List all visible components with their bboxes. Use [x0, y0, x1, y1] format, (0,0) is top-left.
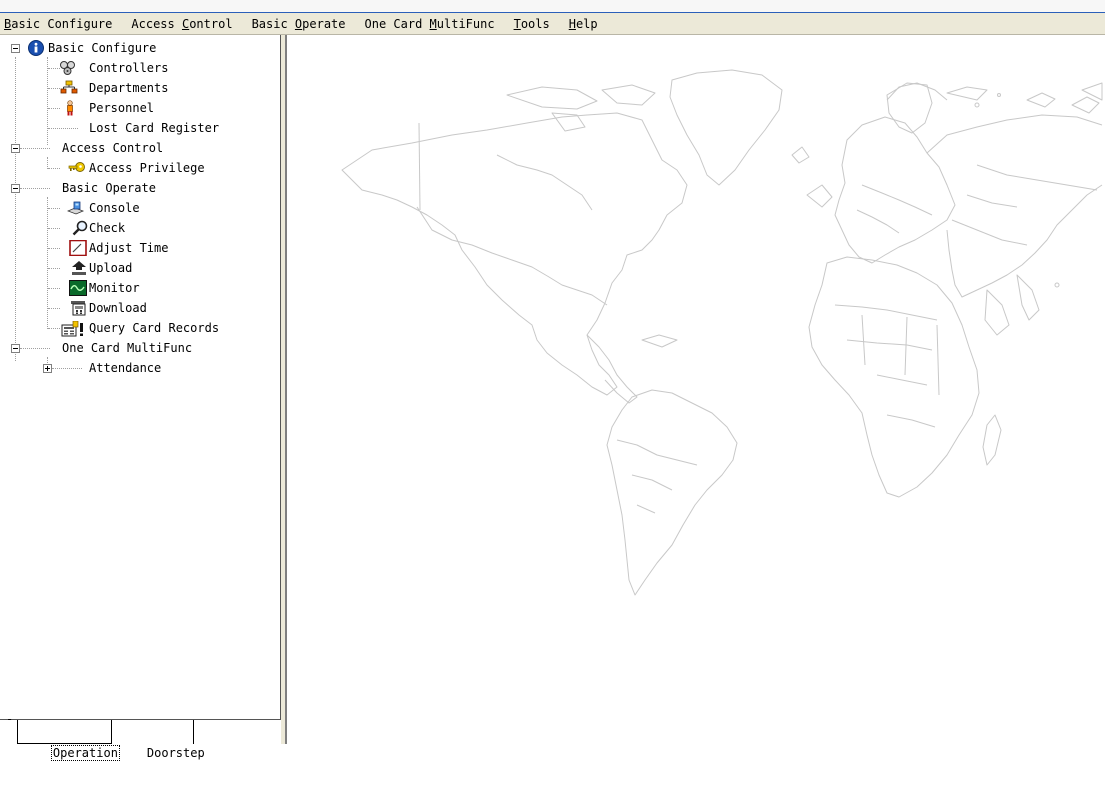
tree-item-controllers[interactable]: Controllers	[89, 58, 168, 78]
tree-line	[48, 128, 78, 130]
tree-line	[48, 288, 60, 290]
tree-item-download[interactable]: Download	[89, 298, 147, 318]
tree-item-one-card-multifunc[interactable]: One Card MultiFunc	[62, 338, 192, 358]
navigation-tabs: - Operation Doorstep	[0, 712, 281, 761]
tree-item-query-card-records[interactable]: Query Card Records	[89, 318, 219, 338]
menu-one-card-multifunc[interactable]: One Card MultiFunc	[365, 14, 495, 34]
tree-line	[48, 168, 60, 170]
tree-line	[20, 148, 50, 150]
upload-icon	[72, 261, 86, 275]
query-card-records-icon	[61, 321, 83, 337]
tree-line	[20, 188, 50, 190]
expander-basic-operate[interactable]	[11, 184, 20, 193]
tree-line	[48, 228, 60, 230]
tree-item-check[interactable]: Check	[89, 218, 125, 238]
menu-tools[interactable]: Tools	[514, 14, 550, 34]
tree-line	[48, 108, 60, 110]
tab-operation[interactable]: Operation	[17, 720, 120, 761]
tree-line	[48, 268, 60, 270]
expander-basic-configure[interactable]	[11, 44, 20, 53]
tree-item-access-control[interactable]: Access Control	[62, 138, 163, 158]
key-icon	[68, 162, 85, 172]
console-icon	[67, 201, 85, 215]
menu-basic-operate[interactable]: Basic Operate	[252, 14, 346, 34]
info-icon	[28, 40, 44, 56]
tree-item-personnel[interactable]: Personnel	[89, 98, 154, 118]
tree-item-attendance[interactable]: Attendance	[89, 358, 161, 378]
tree-line	[20, 348, 50, 350]
download-icon	[71, 301, 86, 316]
tree-line	[48, 248, 60, 250]
expander-one-card-multifunc[interactable]	[11, 344, 20, 353]
tree-item-monitor[interactable]: Monitor	[89, 278, 140, 298]
expander-access-control[interactable]	[11, 144, 20, 153]
tree-item-lost-card-register[interactable]: Lost Card Register	[89, 118, 219, 138]
monitor-icon	[69, 280, 87, 296]
expander-attendance[interactable]	[43, 364, 52, 373]
tree-line	[48, 208, 60, 210]
tab-strip-marker: -	[6, 712, 14, 726]
tree-item-upload[interactable]: Upload	[89, 258, 132, 278]
tree-item-basic-operate[interactable]: Basic Operate	[62, 178, 156, 198]
tab-doorstep[interactable]: Doorstep	[114, 720, 205, 760]
tree-line	[52, 368, 82, 370]
menu-help[interactable]: Help	[569, 14, 598, 34]
tab-operation-label: Operation	[50, 745, 120, 761]
tree-item-basic-configure[interactable]: Basic Configure	[48, 38, 156, 58]
menu-access-control[interactable]: Access Control	[131, 14, 232, 34]
tree-item-access-privilege[interactable]: Access Privilege	[89, 158, 205, 178]
tree-item-departments[interactable]: Departments	[89, 78, 168, 98]
map-pane	[287, 35, 1105, 744]
controllers-icon	[60, 61, 75, 75]
tree-item-adjust-time[interactable]: Adjust Time	[89, 238, 168, 258]
window-top-strip	[0, 0, 1105, 12]
navigation-pane: Basic Configure Controllers Departments …	[0, 35, 281, 719]
personnel-icon	[67, 100, 73, 116]
departments-icon	[60, 80, 78, 94]
magnifier-icon	[72, 220, 88, 236]
tab-doorstep-label: Doorstep	[146, 746, 205, 760]
world-map-image	[341, 69, 1103, 596]
tree-line	[15, 57, 17, 361]
menu-basic-configure[interactable]: Basic Configure	[4, 14, 112, 34]
tree-item-console[interactable]: Console	[89, 198, 140, 218]
tree-line	[48, 328, 60, 330]
tree-line	[48, 88, 60, 90]
tree-line	[47, 57, 49, 145]
adjust-time-icon	[69, 240, 87, 256]
menu-bar: Basic Configure Access Control Basic Ope…	[0, 13, 1105, 35]
tree-line	[48, 308, 60, 310]
